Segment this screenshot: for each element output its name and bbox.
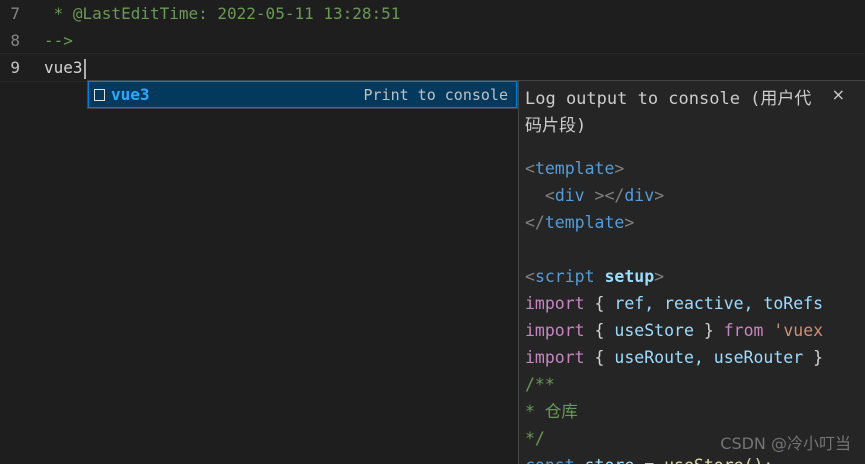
snippet-line: <div ></div> [544, 186, 665, 205]
text-cursor [83, 58, 86, 79]
snippet-line: import { ref, reactive, toRefs [525, 294, 824, 313]
snippet-line: <script setup> [525, 267, 665, 286]
snippet-line: <template> [525, 159, 625, 178]
suggest-widget[interactable]: vue3 Print to console [87, 80, 518, 109]
line-number: 8 [10, 31, 20, 50]
snippet-line: import { useRoute, useRouter } [525, 348, 824, 367]
suggest-item-label: vue3 [111, 85, 150, 104]
line-text: * @LastEditTime: 2022-05-11 13:28:51 [44, 4, 401, 23]
watermark: CSDN @冷小叮当 [720, 434, 851, 453]
details-title: Log output to console (用户代码片段) [525, 89, 812, 136]
line-text: --> [44, 31, 73, 50]
editor-line-7[interactable]: 7 * @LastEditTime: 2022-05-11 13:28:51 [0, 0, 865, 27]
snippet-line: </template> [525, 213, 635, 232]
snippet-preview: <template> <div ></div> </template> <scr… [525, 155, 823, 464]
line-text: vue3 [44, 54, 86, 81]
suggest-item-vue3[interactable]: vue3 Print to console [88, 81, 517, 108]
suggest-item-detail: Print to console [363, 85, 509, 104]
editor-line-8[interactable]: 8 --> [0, 27, 865, 54]
snippet-line: /** [525, 375, 555, 394]
snippet-line: * 仓库 [525, 402, 578, 421]
snippet-line-blank [525, 236, 823, 263]
suggest-details-pane: Log output to console (用户代码片段) × <templa… [518, 80, 865, 464]
line-number: 7 [10, 4, 20, 23]
editor-line-9[interactable]: 9 vue3 [0, 53, 865, 82]
close-icon[interactable]: × [832, 85, 845, 104]
line-number: 9 [10, 58, 20, 77]
typed-text: vue3 [44, 58, 83, 77]
snippet-line: import { useStore } from 'vuex [525, 321, 824, 340]
snippet-icon [94, 88, 105, 101]
